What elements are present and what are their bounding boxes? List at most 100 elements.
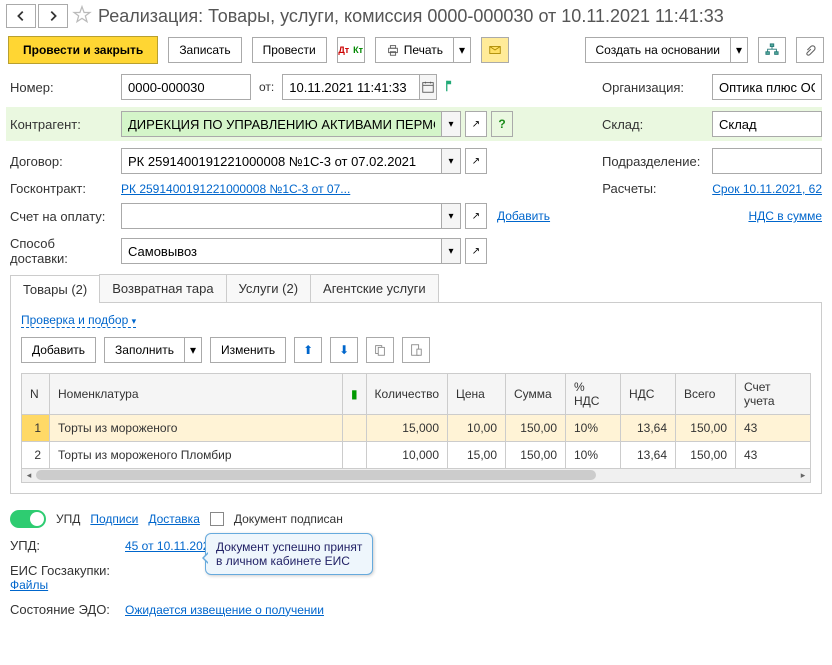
tab-ret-tara[interactable]: Возвратная тара — [99, 274, 226, 302]
col-total[interactable]: Всего — [676, 374, 736, 415]
tree-icon — [765, 43, 779, 57]
delivery-label: Способ доставки: — [10, 236, 115, 266]
col-sum[interactable]: Сумма — [506, 374, 566, 415]
check-pick-link[interactable]: Проверка и подбор ▾ — [21, 313, 136, 328]
tab-content: Проверка и подбор ▾ Добавить Заполнить ▾… — [10, 303, 822, 494]
calendar-button[interactable] — [419, 75, 437, 99]
dept-label: Подразделение: — [602, 154, 712, 169]
print-button[interactable]: Печать — [375, 37, 453, 63]
structure-button[interactable] — [758, 37, 786, 63]
org-input[interactable] — [713, 75, 821, 99]
command-bar: Провести и закрыть Записать Провести ДтК… — [0, 32, 832, 68]
page-title: Реализация: Товары, услуги, комиссия 000… — [98, 6, 724, 27]
delivery-link[interactable]: Доставка — [148, 512, 200, 526]
upd-toggle-label: УПД — [56, 512, 80, 526]
doc-signed-label: Документ подписан — [234, 512, 343, 526]
col-qty[interactable]: Количество — [366, 374, 447, 415]
number-input[interactable] — [122, 75, 250, 99]
create-based-button[interactable]: Создать на основании — [585, 37, 731, 63]
row-change-button[interactable]: Изменить — [210, 337, 286, 363]
footer: УПД Подписи Доставка Документ подписан У… — [0, 500, 832, 637]
eis-files-link[interactable]: Файлы — [10, 578, 48, 592]
from-label: от: — [259, 80, 274, 94]
email-button[interactable] — [481, 37, 509, 63]
contragent-label: Контрагент: — [10, 117, 115, 132]
org-label: Организация: — [602, 80, 712, 95]
invoice-add-link[interactable]: Добавить — [497, 209, 550, 223]
dt-kt-button[interactable]: ДтКт — [337, 37, 365, 63]
col-pctnds[interactable]: % НДС — [566, 374, 621, 415]
post-button[interactable]: Провести — [252, 37, 327, 63]
invoice-label: Счет на оплату: — [10, 209, 115, 224]
col-nds[interactable]: НДС — [621, 374, 676, 415]
eis-balloon: Документ успешно принят в личном кабинет… — [205, 533, 373, 575]
printer-icon — [386, 43, 400, 57]
create-based-dropdown[interactable]: ▾ — [730, 37, 748, 63]
goscontract-link[interactable]: РК 2591400191221000008 №1С-3 от 07... — [121, 182, 350, 196]
contragent-input[interactable] — [122, 112, 441, 136]
col-account[interactable]: Счет учета — [736, 374, 811, 415]
upd-toggle[interactable] — [10, 510, 46, 528]
attach-button[interactable] — [796, 37, 824, 63]
row-down-button[interactable]: ⬇ — [330, 337, 358, 363]
contract-label: Договор: — [10, 154, 115, 169]
envelope-icon — [488, 43, 502, 57]
tabs: Товары (2) Возвратная тара Услуги (2) Аг… — [10, 274, 822, 303]
delivery-input[interactable] — [122, 239, 441, 263]
edo-link[interactable]: Ожидается извещение о получении — [125, 603, 324, 617]
col-nomen[interactable]: Номенклатура — [50, 374, 343, 415]
print-label: Печать — [404, 43, 443, 57]
form-area: Номер: от: Организация: Контрагент: ▾ — [0, 68, 832, 500]
invoice-open[interactable]: ↗ — [465, 203, 487, 229]
nds-link[interactable]: НДС в сумме — [748, 209, 822, 223]
star-icon[interactable] — [70, 5, 94, 28]
nav-back-button[interactable] — [6, 4, 36, 28]
sign-link[interactable]: Подписи — [90, 512, 138, 526]
edo-label: Состояние ЭДО: — [10, 602, 115, 617]
number-label: Номер: — [10, 80, 115, 95]
copy-button[interactable] — [366, 337, 394, 363]
col-n[interactable]: N — [22, 374, 50, 415]
paste-button[interactable] — [402, 337, 430, 363]
warehouse-input[interactable] — [713, 112, 821, 136]
header-bar: Реализация: Товары, услуги, комиссия 000… — [0, 0, 832, 32]
copy-icon — [373, 343, 387, 357]
goods-table: N Номенклатура ▮ Количество Цена Сумма %… — [21, 373, 811, 469]
doc-signed-checkbox[interactable] — [210, 512, 224, 526]
invoice-input[interactable] — [122, 204, 441, 228]
tab-services[interactable]: Услуги (2) — [226, 274, 311, 302]
tab-goods[interactable]: Товары (2) — [10, 275, 100, 303]
paperclip-icon — [803, 43, 817, 57]
col-price[interactable]: Цена — [448, 374, 506, 415]
invoice-drop[interactable]: ▾ — [441, 204, 460, 228]
calendar-icon — [421, 80, 435, 94]
eis-label: ЕИС Госзакупки: — [10, 563, 115, 578]
delivery-open[interactable]: ↗ — [465, 238, 487, 264]
calc-label: Расчеты: — [602, 181, 712, 196]
row-add-button[interactable]: Добавить — [21, 337, 96, 363]
contragent-drop[interactable]: ▾ — [441, 112, 460, 136]
nav-fwd-button[interactable] — [38, 4, 68, 28]
row-fill-button[interactable]: Заполнить — [104, 337, 184, 363]
row-up-button[interactable]: ⬆ — [294, 337, 322, 363]
row-fill-drop[interactable]: ▾ — [184, 337, 202, 363]
contragent-open[interactable]: ↗ — [465, 111, 487, 137]
table-row[interactable]: 1Торты из мороженого15,00010,00150,0010%… — [22, 415, 811, 442]
delivery-drop[interactable]: ▾ — [441, 239, 460, 263]
save-button[interactable]: Записать — [168, 37, 241, 63]
print-dropdown[interactable]: ▾ — [453, 37, 471, 63]
table-row[interactable]: 2Торты из мороженого Пломбир10,00015,001… — [22, 442, 811, 469]
dept-input[interactable] — [713, 149, 821, 173]
goscontract-label: Госконтракт: — [10, 181, 115, 196]
col-marker[interactable]: ▮ — [342, 374, 366, 415]
contract-drop[interactable]: ▾ — [441, 149, 460, 173]
h-scrollbar[interactable]: ◂ ▸ — [21, 469, 811, 483]
contragent-help[interactable]: ? — [491, 111, 513, 137]
calc-link[interactable]: Срок 10.11.2021, 62 — [712, 182, 822, 196]
flag-icon[interactable] — [445, 79, 459, 96]
tab-agent[interactable]: Агентские услуги — [310, 274, 439, 302]
contract-input[interactable] — [122, 149, 441, 173]
contract-open[interactable]: ↗ — [465, 148, 487, 174]
post-close-button[interactable]: Провести и закрыть — [8, 36, 158, 64]
date-input[interactable] — [283, 75, 418, 99]
